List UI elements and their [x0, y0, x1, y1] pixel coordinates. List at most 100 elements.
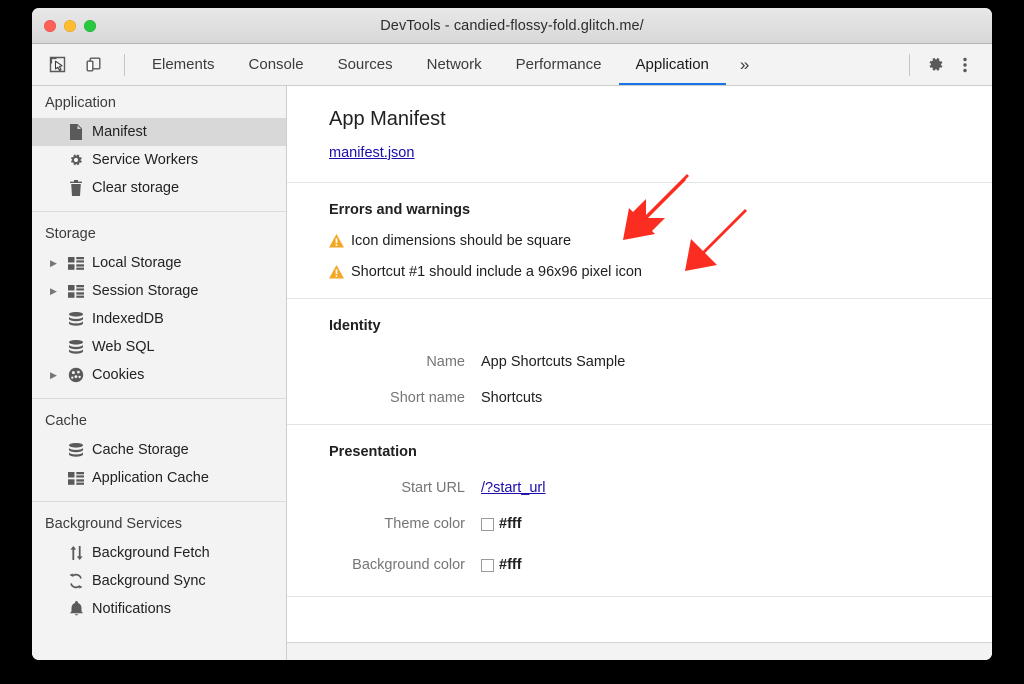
- table-icon: [64, 257, 88, 270]
- field-label: Theme color: [329, 516, 481, 532]
- field-label: Background color: [329, 557, 481, 573]
- inspect-element-icon[interactable]: [42, 51, 72, 79]
- sidebar-item-label: Service Workers: [88, 152, 198, 168]
- field-value: #fff: [481, 557, 522, 573]
- color-value: #fff: [499, 516, 522, 532]
- sidebar-group-background-services: Background Services ▶ Background Fetch ▶: [32, 501, 286, 632]
- tab-label: Elements: [152, 56, 215, 73]
- devtools-tabstrip: Elements Console Sources Network Perform…: [32, 44, 992, 86]
- expand-arrow-icon[interactable]: ▶: [50, 370, 64, 381]
- window-titlebar: DevTools - candied-flossy-fold.glitch.me…: [32, 8, 992, 44]
- database-icon: [64, 312, 88, 327]
- devtools-tabs: Elements Console Sources Network Perform…: [135, 44, 763, 85]
- devtools-content: Application ▶ Manifest ▶ Service: [32, 86, 992, 660]
- sidebar-item-application-cache[interactable]: ▶ Application Cache: [32, 464, 286, 492]
- cookie-icon: [64, 367, 88, 383]
- arrows-up-down-icon: [64, 545, 88, 561]
- field-value: /?start_url: [481, 480, 545, 496]
- field-value: Shortcuts: [481, 390, 542, 406]
- tab-application[interactable]: Application: [619, 44, 726, 85]
- sidebar-group-header: Storage: [32, 221, 286, 249]
- tab-label: Network: [427, 56, 482, 73]
- sidebar-item-local-storage[interactable]: ▶ Local Storage: [32, 249, 286, 277]
- tab-sources[interactable]: Sources: [321, 44, 410, 85]
- presentation-section: Presentation Start URL /?start_url Theme…: [287, 425, 992, 597]
- document-icon: [64, 124, 88, 140]
- field-label: Name: [329, 354, 481, 370]
- sidebar-item-label: Notifications: [88, 601, 171, 617]
- sync-icon: [64, 573, 88, 589]
- section-title: Presentation: [329, 444, 992, 460]
- field-short-name: Short name Shortcuts: [329, 390, 992, 406]
- gear-icon[interactable]: [920, 51, 950, 79]
- tab-elements[interactable]: Elements: [135, 44, 232, 85]
- section-title: Identity: [329, 318, 992, 334]
- database-icon: [64, 443, 88, 458]
- expand-arrow-icon[interactable]: ▶: [50, 258, 64, 269]
- sidebar-item-cookies[interactable]: ▶ Cookies: [32, 361, 286, 389]
- sidebar-item-label: Application Cache: [88, 470, 209, 486]
- sidebar-group-header: Background Services: [32, 511, 286, 539]
- tab-label: Application: [636, 56, 709, 73]
- panel-bottom-strip: [287, 642, 992, 660]
- application-sidebar[interactable]: Application ▶ Manifest ▶ Service: [32, 86, 287, 660]
- sidebar-item-manifest[interactable]: ▶ Manifest: [32, 118, 286, 146]
- sidebar-item-label: Session Storage: [88, 283, 198, 299]
- sidebar-item-background-fetch[interactable]: ▶ Background Fetch: [32, 539, 286, 567]
- sidebar-item-label: Background Sync: [88, 573, 206, 589]
- sidebar-item-label: Local Storage: [88, 255, 181, 271]
- sidebar-item-service-workers[interactable]: ▶ Service Workers: [32, 146, 286, 174]
- kebab-menu-icon[interactable]: [950, 51, 980, 79]
- window-title: DevTools - candied-flossy-fold.glitch.me…: [32, 18, 992, 34]
- sidebar-item-indexeddb[interactable]: ▶ IndexedDB: [32, 305, 286, 333]
- color-swatch[interactable]: [481, 559, 494, 572]
- warning-row: Shortcut #1 should include a 96x96 pixel…: [329, 264, 992, 280]
- expand-arrow-icon[interactable]: ▶: [50, 286, 64, 297]
- warning-text: Shortcut #1 should include a 96x96 pixel…: [351, 264, 642, 280]
- sidebar-item-clear-storage[interactable]: ▶ Clear storage: [32, 174, 286, 202]
- sidebar-group-header: Cache: [32, 408, 286, 436]
- minimize-window-button[interactable]: [64, 20, 76, 32]
- sidebar-item-label: Clear storage: [88, 180, 179, 196]
- sidebar-item-notifications[interactable]: ▶ Notifications: [32, 595, 286, 623]
- errors-and-warnings-section: Errors and warnings Icon dimensions shou…: [287, 183, 992, 299]
- sidebar-item-label: IndexedDB: [88, 311, 164, 327]
- tab-label: Performance: [516, 56, 602, 73]
- color-swatch[interactable]: [481, 518, 494, 531]
- app-manifest-panel: App Manifest manifest.json Errors and wa…: [287, 86, 992, 660]
- manifest-json-link[interactable]: manifest.json: [329, 145, 414, 161]
- sidebar-item-web-sql[interactable]: ▶ Web SQL: [32, 333, 286, 361]
- page-title: App Manifest: [329, 108, 992, 131]
- manifest-header-section: App Manifest manifest.json: [287, 86, 992, 183]
- sidebar-item-label: Cache Storage: [88, 442, 189, 458]
- gear-icon: [64, 152, 88, 168]
- more-tabs-button[interactable]: »: [726, 44, 763, 85]
- sidebar-group-header: Application: [32, 90, 286, 118]
- sidebar-item-label: Web SQL: [88, 339, 155, 355]
- devtools-window: DevTools - candied-flossy-fold.glitch.me…: [32, 8, 992, 660]
- sidebar-item-session-storage[interactable]: ▶ Session Storage: [32, 277, 286, 305]
- close-window-button[interactable]: [44, 20, 56, 32]
- table-icon: [64, 472, 88, 485]
- field-theme-color: Theme color #fff: [329, 516, 992, 532]
- sidebar-item-label: Background Fetch: [88, 545, 210, 561]
- sidebar-item-label: Manifest: [88, 124, 147, 140]
- tab-performance[interactable]: Performance: [499, 44, 619, 85]
- toolbar-divider: [124, 54, 125, 76]
- start-url-link[interactable]: /?start_url: [481, 480, 545, 496]
- toolbar-divider: [909, 54, 910, 76]
- sidebar-item-label: Cookies: [88, 367, 144, 383]
- tab-console[interactable]: Console: [232, 44, 321, 85]
- bell-icon: [64, 601, 88, 617]
- color-value: #fff: [499, 557, 522, 573]
- tab-network[interactable]: Network: [410, 44, 499, 85]
- sidebar-item-background-sync[interactable]: ▶ Background Sync: [32, 567, 286, 595]
- traffic-lights: [44, 20, 96, 32]
- zoom-window-button[interactable]: [84, 20, 96, 32]
- sidebar-item-cache-storage[interactable]: ▶ Cache Storage: [32, 436, 286, 464]
- field-value: #fff: [481, 516, 522, 532]
- tab-label: Console: [249, 56, 304, 73]
- device-toolbar-icon[interactable]: [78, 51, 108, 79]
- warning-text: Icon dimensions should be square: [351, 233, 571, 249]
- field-background-color: Background color #fff: [329, 552, 992, 578]
